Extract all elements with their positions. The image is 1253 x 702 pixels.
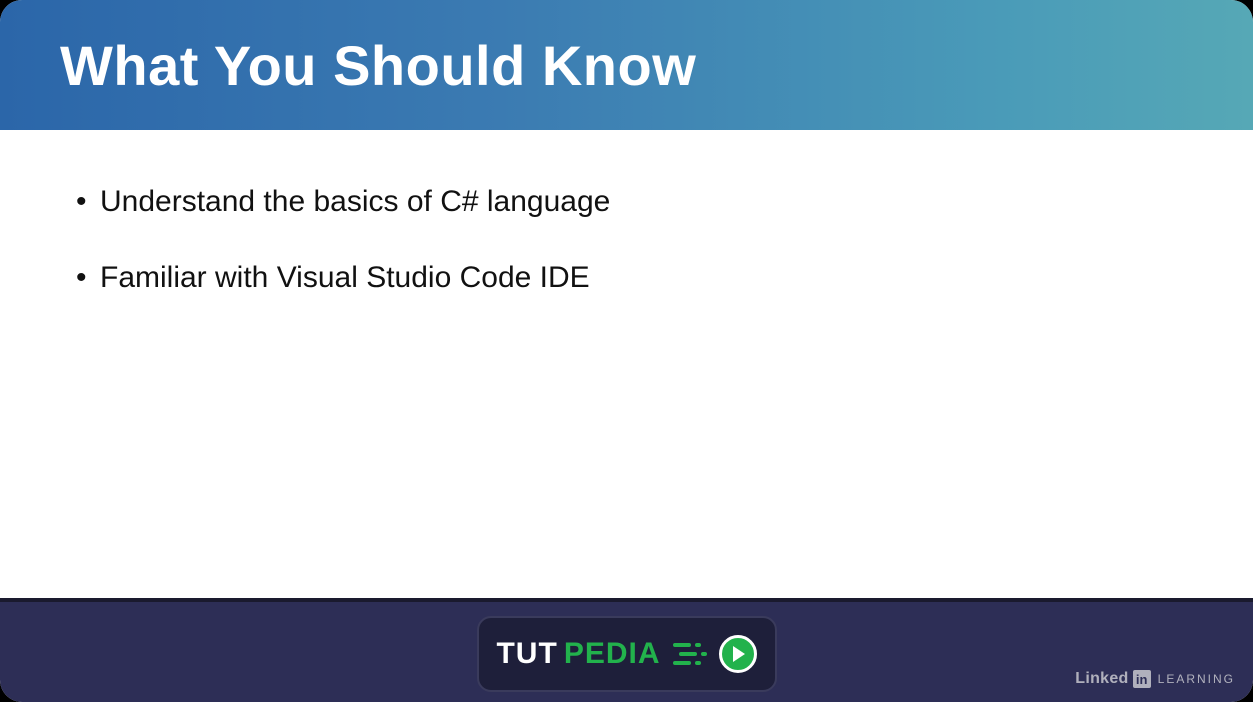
logo-text-tut: TUT: [496, 637, 557, 671]
slide-header: What You Should Know: [0, 0, 1253, 130]
bullet-list: Understand the basics of C# language Fam…: [100, 185, 1193, 295]
play-icon: [719, 635, 757, 673]
linkedin-learning-badge: Linked in LEARNING: [1075, 670, 1235, 688]
linkedin-in-icon: in: [1133, 670, 1151, 688]
logo-text-pedia: PEDIA: [564, 637, 661, 671]
slide-title: What You Should Know: [60, 33, 696, 98]
speed-lines-icon: [673, 639, 715, 669]
list-item: Familiar with Visual Studio Code IDE: [100, 261, 1193, 295]
slide-content: Understand the basics of C# language Fam…: [0, 130, 1253, 295]
slide: What You Should Know Understand the basi…: [0, 0, 1253, 702]
learning-text: LEARNING: [1158, 672, 1235, 686]
list-item: Understand the basics of C# language: [100, 185, 1193, 219]
slide-footer: TUT PEDIA: [0, 598, 1253, 702]
tutpedia-logo: TUT PEDIA: [477, 616, 777, 692]
linkedin-text: Linked: [1075, 670, 1128, 688]
